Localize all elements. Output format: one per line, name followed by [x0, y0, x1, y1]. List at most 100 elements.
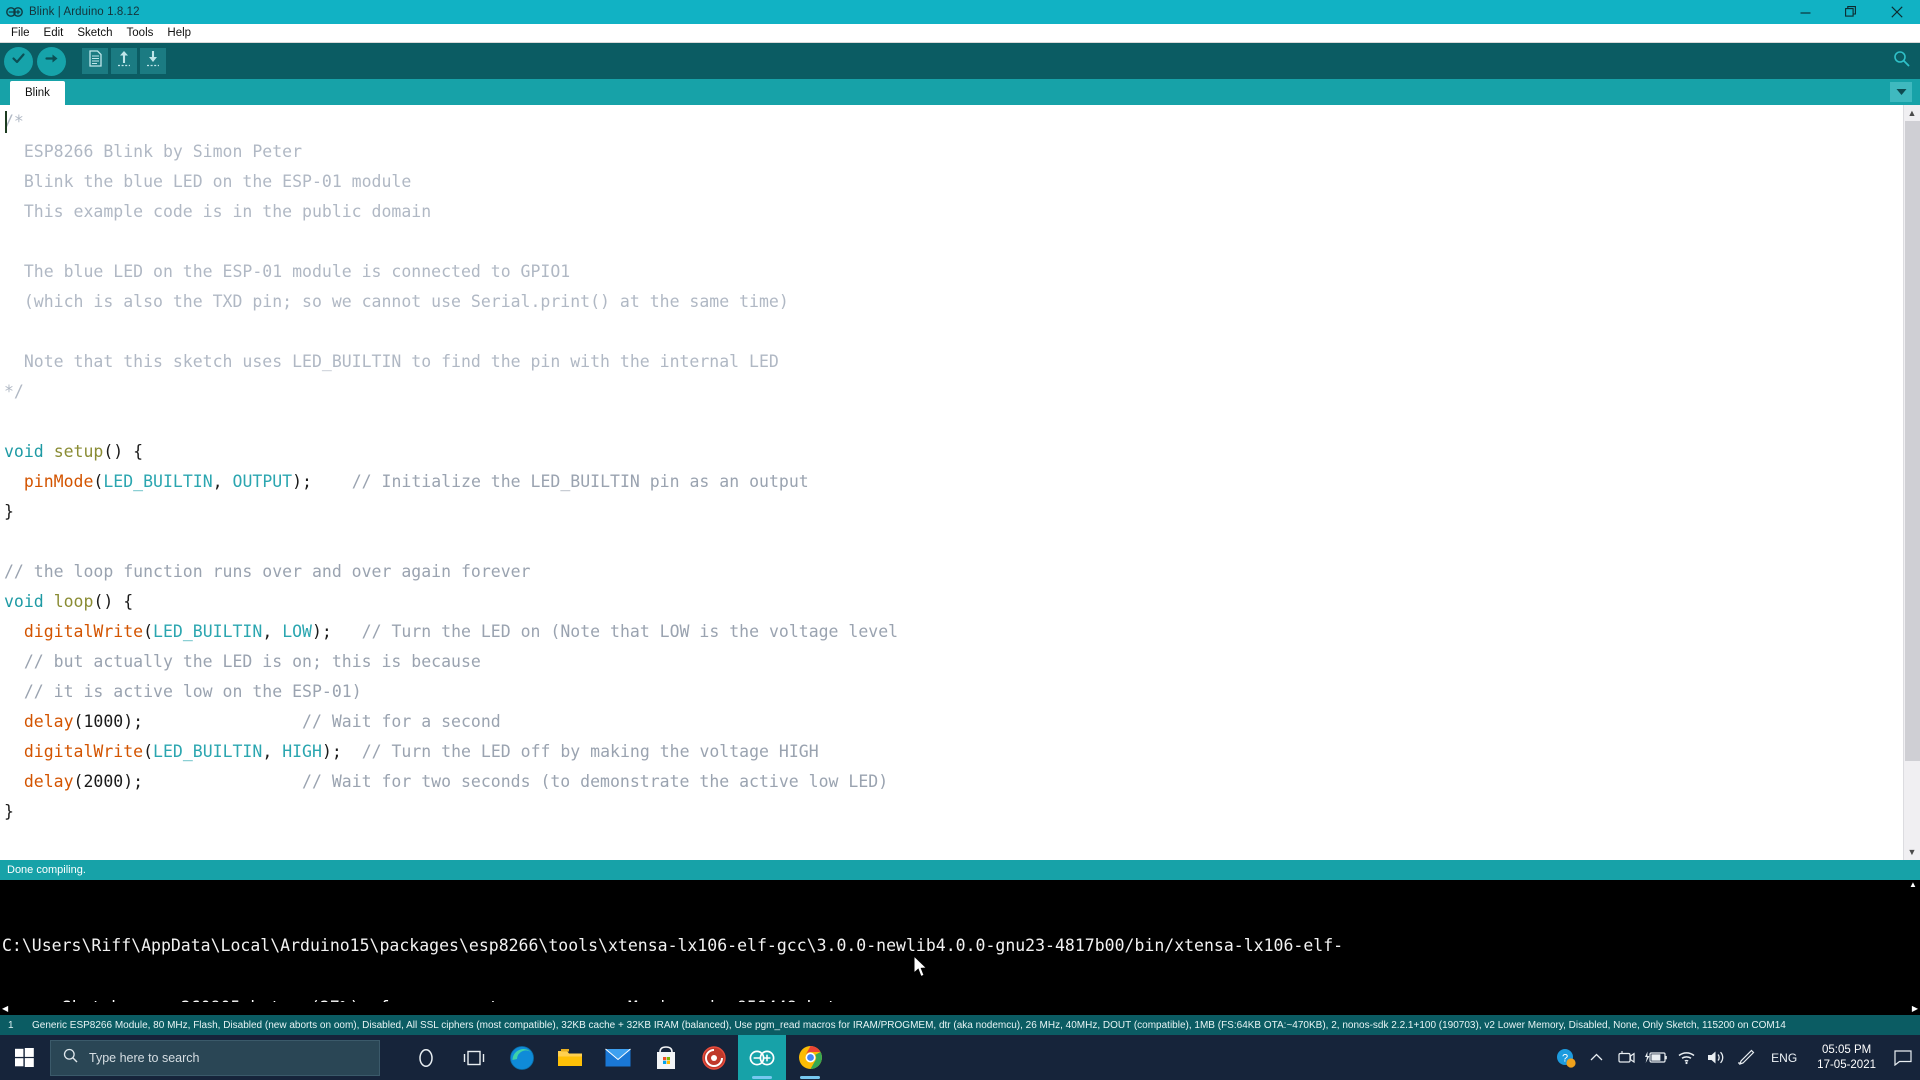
- code-line: pinMode(LED_BUILTIN, OUTPUT); // Initial…: [4, 467, 1903, 497]
- search-icon: [63, 1048, 78, 1068]
- code-token: digitalWrite: [23, 622, 144, 641]
- code-token: ESP8266 Blink by Simon Peter: [4, 142, 303, 161]
- console-output[interactable]: C:\Users\Riff\AppData\Local\Arduino15\pa…: [0, 880, 1920, 1015]
- menu-bar: File Edit Sketch Tools Help: [0, 24, 1920, 43]
- scroll-down-icon[interactable]: ▼: [1908, 844, 1917, 860]
- menu-tools[interactable]: Tools: [120, 24, 161, 42]
- menu-file[interactable]: File: [4, 24, 37, 42]
- scroll-thumb[interactable]: [1904, 121, 1920, 761]
- volume-icon[interactable]: [1701, 1035, 1731, 1080]
- chevron-up-icon[interactable]: [1581, 1035, 1611, 1080]
- save-sketch-button[interactable]: [140, 48, 166, 74]
- code-token: setup: [53, 442, 104, 461]
- scroll-up-icon[interactable]: ▲: [1908, 105, 1917, 121]
- code-line: // it is active low on the ESP-01): [4, 677, 1903, 707]
- code-token: );: [292, 472, 352, 491]
- code-token: // Initialize the LED_BUILTIN pin as an …: [351, 472, 809, 491]
- file-explorer-icon[interactable]: [546, 1035, 594, 1080]
- open-sketch-button[interactable]: [111, 48, 137, 74]
- task-view-icon[interactable]: [450, 1035, 498, 1080]
- magnifier-icon: [1893, 50, 1910, 72]
- menu-help[interactable]: Help: [160, 24, 198, 42]
- edge-icon[interactable]: [498, 1035, 546, 1080]
- battery-charging-icon[interactable]: [1641, 1035, 1671, 1080]
- code-token: (: [143, 622, 154, 641]
- code-token: void: [4, 592, 44, 611]
- menu-sketch[interactable]: Sketch: [70, 24, 119, 42]
- clock-date: 17-05-2021: [1817, 1058, 1876, 1071]
- mail-icon[interactable]: [594, 1035, 642, 1080]
- code-token: LED_BUILTIN: [153, 742, 263, 761]
- code-line: delay(1000); // Wait for a second: [4, 707, 1903, 737]
- console-text: C:\Users\Riff\AppData\Local\Arduino15\pa…: [0, 880, 1920, 1015]
- help-question-icon[interactable]: ?: [1551, 1035, 1581, 1080]
- tab-menu-button[interactable]: [1890, 82, 1912, 102]
- verify-button[interactable]: [4, 46, 33, 76]
- line-number: 1: [8, 1019, 14, 1031]
- window-title: Blink | Arduino 1.8.12: [29, 6, 140, 18]
- code-editor[interactable]: /* ESP8266 Blink by Simon Peter Blink th…: [0, 105, 1903, 860]
- windows-start-icon[interactable]: [0, 1035, 48, 1080]
- code-token: ,: [262, 622, 283, 641]
- code-token: This example code is in the public domai…: [4, 202, 432, 221]
- code-token: );: [312, 622, 362, 641]
- code-token: The blue LED on the ESP-01 module is con…: [4, 262, 571, 281]
- code-token: OUTPUT: [232, 472, 293, 491]
- code-token: pinMode: [23, 472, 94, 491]
- code-token: ,: [212, 472, 233, 491]
- console-horizontal-scrollbar[interactable]: ◀ ▶: [0, 1002, 1920, 1015]
- code-token: Note that this sketch uses LED_BUILTIN t…: [4, 352, 779, 371]
- code-line: digitalWrite(LED_BUILTIN, HIGH); // Turn…: [4, 737, 1903, 767]
- editor-vertical-scrollbar[interactable]: ▲ ▼: [1903, 105, 1920, 860]
- code-line: This example code is in the public domai…: [4, 197, 1903, 227]
- upload-button[interactable]: [37, 46, 66, 76]
- code-token: void: [4, 442, 44, 461]
- screen-recorder-icon[interactable]: [690, 1035, 738, 1080]
- sketch-tab-bar: Blink: [0, 79, 1920, 105]
- scroll-track[interactable]: [1904, 121, 1920, 844]
- maximize-button[interactable]: [1828, 0, 1874, 24]
- microsoft-store-icon[interactable]: [642, 1035, 690, 1080]
- console-scroll-up-icon[interactable]: ▲: [1909, 880, 1917, 889]
- console-hscroll-track[interactable]: [8, 1008, 1912, 1009]
- console-scroll-right-icon[interactable]: ▶: [1912, 1004, 1918, 1013]
- minimize-button[interactable]: [1782, 0, 1828, 24]
- menu-edit[interactable]: Edit: [37, 24, 71, 42]
- clock[interactable]: 05:05 PM 17-05-2021: [1807, 1043, 1886, 1073]
- window-controls: [1782, 0, 1920, 24]
- code-token: delay: [23, 712, 74, 731]
- code-token: digitalWrite: [23, 742, 144, 761]
- search-input[interactable]: Type here to search: [50, 1039, 380, 1076]
- code-token: Blink the blue LED on the ESP-01 module: [4, 172, 412, 191]
- serial-monitor-button[interactable]: [1888, 48, 1914, 74]
- code-token: LOW: [282, 622, 312, 641]
- pen-icon[interactable]: [1731, 1035, 1761, 1080]
- code-line: }: [4, 797, 1903, 827]
- close-button[interactable]: [1874, 0, 1920, 24]
- code-line: delay(2000); // Wait for two seconds (to…: [4, 767, 1903, 797]
- search-placeholder: Type here to search: [89, 1050, 200, 1065]
- camera-icon[interactable]: [1611, 1035, 1641, 1080]
- action-center-icon[interactable]: [1886, 1035, 1920, 1080]
- code-token: // Turn the LED on (Note that LOW is the…: [361, 622, 899, 641]
- code-token: // the loop function runs over and over …: [4, 562, 531, 581]
- new-sketch-button[interactable]: [82, 48, 108, 74]
- wifi-icon[interactable]: [1671, 1035, 1701, 1080]
- code-token: // but actually the LED is on; this is b…: [23, 652, 481, 671]
- chevron-down-icon: [1896, 83, 1907, 101]
- code-line: /*: [4, 107, 1903, 137]
- code-line: (which is also the TXD pin; so we cannot…: [4, 287, 1903, 317]
- arduino-icon[interactable]: [738, 1035, 786, 1080]
- source-code[interactable]: /* ESP8266 Blink by Simon Peter Blink th…: [4, 107, 1903, 827]
- chrome-icon[interactable]: [786, 1035, 834, 1080]
- keyboard-language[interactable]: ENG: [1761, 1051, 1807, 1065]
- windows-taskbar: Type here to search ? ENG 05:05 PM 17-05…: [0, 1035, 1920, 1080]
- cortana-icon[interactable]: [402, 1035, 450, 1080]
- console-vertical-scrollbar[interactable]: ▲ ▼: [1906, 880, 1920, 1015]
- tab-blink[interactable]: Blink: [10, 81, 65, 105]
- download-arrow-icon: [145, 50, 161, 72]
